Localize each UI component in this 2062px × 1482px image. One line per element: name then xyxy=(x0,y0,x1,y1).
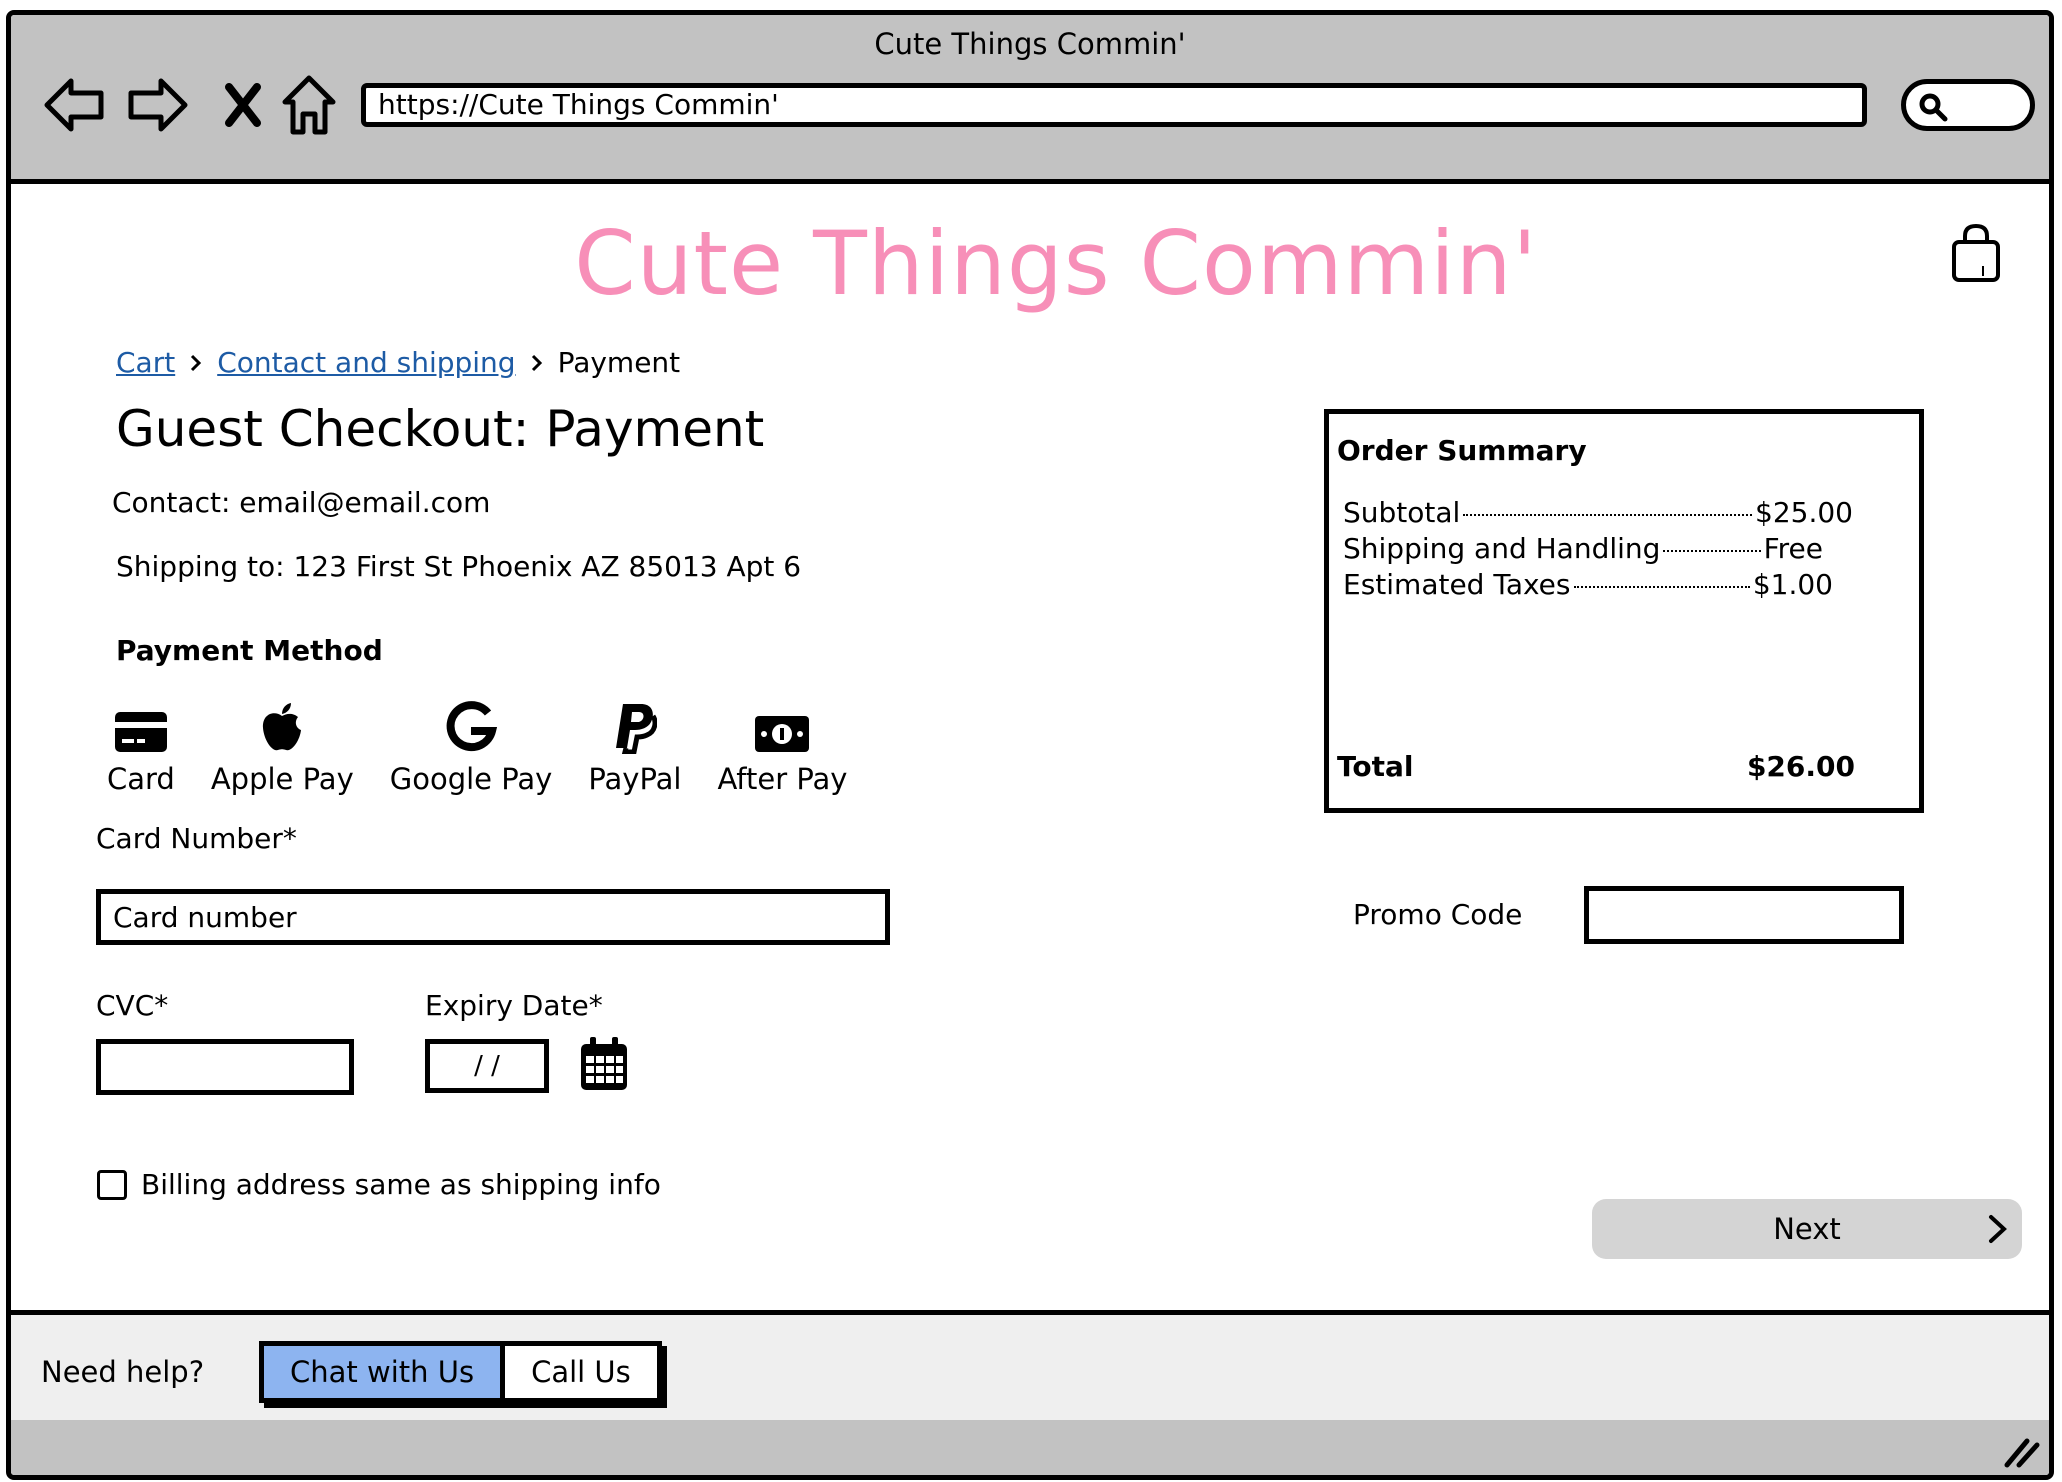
home-button[interactable] xyxy=(273,69,345,141)
brand-title: Cute Things Commin' xyxy=(574,212,1538,315)
chevron-right-icon xyxy=(1989,1215,2007,1243)
forward-button[interactable] xyxy=(121,69,193,141)
help-options: Chat with Us Call Us xyxy=(259,1341,662,1403)
browser-titlebar: Cute Things Commin' https://Cute Things … xyxy=(11,15,2049,184)
chevron-right-icon xyxy=(531,354,542,371)
card-number-label: Card Number* xyxy=(96,822,297,855)
breadcrumb-payment: Payment xyxy=(557,346,681,379)
shipping-info: Shipping to: 123 First St Phoenix AZ 850… xyxy=(116,550,802,583)
arrow-left-icon xyxy=(44,78,104,132)
card-number-placeholder: Card number xyxy=(113,900,297,934)
cart-button[interactable] xyxy=(1951,223,2001,288)
call-us-button[interactable]: Call Us xyxy=(505,1346,657,1398)
arrow-right-icon xyxy=(128,78,188,132)
summary-row-label: Estimated Taxes xyxy=(1343,568,1571,601)
payment-option-label: Card xyxy=(107,762,175,796)
calendar-button[interactable] xyxy=(579,1036,629,1096)
payment-option-google-pay[interactable]: Google Pay xyxy=(389,694,553,796)
summary-leader-dots xyxy=(1463,514,1753,516)
order-summary: Order Summary Subtotal $25.00 Shipping a… xyxy=(1324,409,1924,813)
window-title: Cute Things Commin' xyxy=(874,27,1186,61)
need-help-label: Need help? xyxy=(41,1355,205,1389)
summary-leader-dots xyxy=(1663,550,1761,552)
browser-search[interactable] xyxy=(1901,79,2035,131)
summary-total-value: $26.00 xyxy=(1746,750,1855,783)
promo-code-input[interactable] xyxy=(1584,886,1904,944)
payment-option-label: Apple Pay xyxy=(210,762,354,796)
order-summary-title: Order Summary xyxy=(1337,434,1587,467)
cvc-input[interactable] xyxy=(96,1039,354,1095)
payment-option-apple-pay[interactable]: Apple Pay xyxy=(211,694,354,796)
promo-code-label: Promo Code xyxy=(1353,898,1523,931)
summary-total-row: Total $26.00 xyxy=(1337,750,1855,783)
url-text: https://Cute Things Commin' xyxy=(378,88,779,121)
breadcrumb-contact-shipping[interactable]: Contact and shipping xyxy=(217,346,515,379)
home-icon xyxy=(282,75,336,135)
payment-option-after-pay[interactable]: After Pay xyxy=(717,694,847,796)
calendar-icon xyxy=(581,1037,627,1090)
chat-with-us-button[interactable]: Chat with Us xyxy=(264,1346,506,1398)
expiry-date-label: Expiry Date* xyxy=(425,989,603,1022)
summary-row-value: $25.00 xyxy=(1755,496,1853,529)
next-button-label: Next xyxy=(1773,1212,1841,1246)
browser-window: Cute Things Commin' https://Cute Things … xyxy=(6,10,2054,1480)
chevron-right-icon xyxy=(191,354,202,371)
summary-row-label: Shipping and Handling xyxy=(1343,532,1661,565)
breadcrumb: Cart Contact and shipping Payment xyxy=(116,346,680,379)
shopping-bag-icon xyxy=(1952,223,2000,282)
summary-row-label: Subtotal xyxy=(1343,496,1461,529)
summary-row-value: Free xyxy=(1763,532,1823,565)
summary-row-shipping: Shipping and Handling Free xyxy=(1343,532,1823,565)
status-bar xyxy=(11,1420,2049,1475)
contact-info: Contact: email@email.com xyxy=(112,486,491,519)
billing-same-checkbox[interactable] xyxy=(97,1169,127,1200)
page-content: Cute Things Commin' Cart Contact and shi… xyxy=(11,184,2049,1310)
url-bar[interactable]: https://Cute Things Commin' xyxy=(361,83,1867,127)
payment-option-paypal[interactable]: PayPal xyxy=(588,694,681,796)
close-icon xyxy=(225,83,261,127)
billing-same-option[interactable]: Billing address same as shipping info xyxy=(97,1168,661,1201)
stop-button[interactable] xyxy=(207,69,279,141)
back-button[interactable] xyxy=(39,69,111,141)
payment-method-heading: Payment Method xyxy=(116,634,383,667)
payment-option-label: After Pay xyxy=(717,762,848,796)
banknote-icon xyxy=(755,716,810,752)
payment-option-label: Google Pay xyxy=(389,762,553,796)
summary-row-subtotal: Subtotal $25.00 xyxy=(1343,496,1853,529)
summary-total-label: Total xyxy=(1337,750,1414,783)
card-number-input[interactable]: Card number xyxy=(96,889,890,945)
summary-row-value: $1.00 xyxy=(1752,568,1833,601)
search-icon xyxy=(1919,93,1948,122)
next-button[interactable]: Next xyxy=(1592,1199,2022,1259)
breadcrumb-cart[interactable]: Cart xyxy=(116,346,175,379)
credit-card-icon xyxy=(114,712,167,752)
help-footer: Need help? Chat with Us Call Us xyxy=(11,1310,2049,1435)
payment-method-list: Card Apple Pay Google Pay PayPal After P… xyxy=(107,694,883,796)
billing-same-label: Billing address same as shipping info xyxy=(141,1168,661,1201)
resize-grip-icon[interactable] xyxy=(2001,1435,2041,1469)
page-title: Guest Checkout: Payment xyxy=(116,400,765,458)
summary-leader-dots xyxy=(1573,586,1750,588)
payment-option-card[interactable]: Card xyxy=(107,694,175,796)
google-icon xyxy=(446,701,498,752)
paypal-icon xyxy=(615,704,657,754)
cvc-label: CVC* xyxy=(96,989,169,1022)
payment-option-label: PayPal xyxy=(588,762,682,796)
expiry-date-input[interactable]: / / xyxy=(425,1039,549,1093)
summary-row-taxes: Estimated Taxes $1.00 xyxy=(1343,568,1833,601)
apple-icon xyxy=(263,703,302,751)
